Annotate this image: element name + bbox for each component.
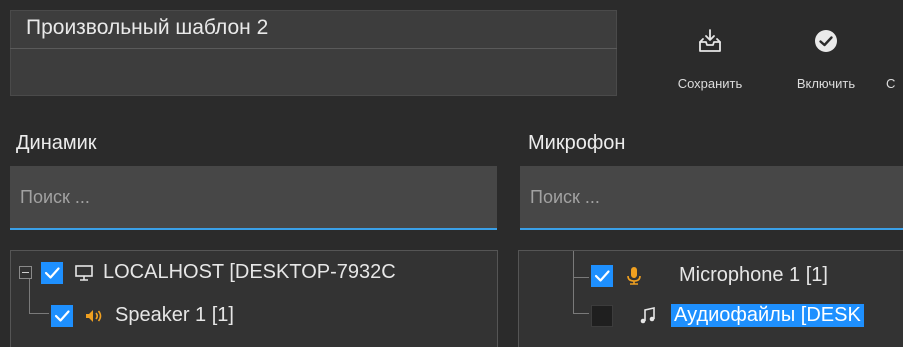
truncated-toolbar-button[interactable]: С <box>886 28 903 96</box>
microphone-search-box <box>520 166 903 230</box>
speaker-search-box <box>10 166 497 230</box>
check-icon <box>44 267 60 279</box>
enable-button-label: Включить <box>796 76 856 91</box>
check-icon <box>54 310 70 322</box>
check-circle-icon <box>815 30 837 52</box>
save-button-label: Сохранить <box>677 76 743 91</box>
save-tray-icon <box>699 29 721 52</box>
speaker-label: Speaker 1 [1] <box>115 304 234 326</box>
music-note-icon <box>640 307 655 324</box>
audio-files-label: Аудиофайлы [DESK <box>671 304 864 327</box>
tree-row-audio-files[interactable]: Аудиофайлы [DESK <box>519 301 903 331</box>
speaker-search-input[interactable] <box>10 166 497 228</box>
speaker-checkbox[interactable] <box>51 305 73 327</box>
speaker-icon <box>86 310 102 322</box>
collapse-toggle[interactable] <box>19 266 32 279</box>
host-checkbox[interactable] <box>41 262 63 284</box>
speaker-device-tree[interactable]: LOCALHOST [DESKTOP-7932C Speaker 1 [1] <box>10 250 498 347</box>
microphone-icon <box>627 267 641 285</box>
microphone-label: Microphone 1 [1] <box>679 264 828 286</box>
monitor-icon <box>75 265 93 281</box>
microphone-section-title: Микрофон <box>528 132 626 154</box>
audio-files-checkbox[interactable] <box>591 305 613 327</box>
tree-row-microphone[interactable]: Microphone 1 [1] <box>519 261 903 291</box>
microphone-checkbox[interactable] <box>591 265 613 287</box>
save-button[interactable]: Сохранить <box>660 28 760 96</box>
name-field-divider <box>10 48 617 49</box>
host-label: LOCALHOST [DESKTOP-7932C <box>103 261 396 283</box>
speaker-section-title: Динамик <box>16 132 97 154</box>
enable-button[interactable]: Включить <box>778 28 874 96</box>
microphone-search-input[interactable] <box>520 166 903 228</box>
microphone-device-tree[interactable]: Microphone 1 [1] Аудиофайлы [DESK <box>518 250 903 347</box>
truncated-button-label: С <box>886 76 896 91</box>
tree-row-speaker[interactable]: Speaker 1 [1] <box>11 301 497 331</box>
check-icon <box>594 270 610 282</box>
template-name-text[interactable]: Произвольный шаблон 2 <box>26 16 268 40</box>
tree-row-host[interactable]: LOCALHOST [DESKTOP-7932C <box>11 258 497 288</box>
